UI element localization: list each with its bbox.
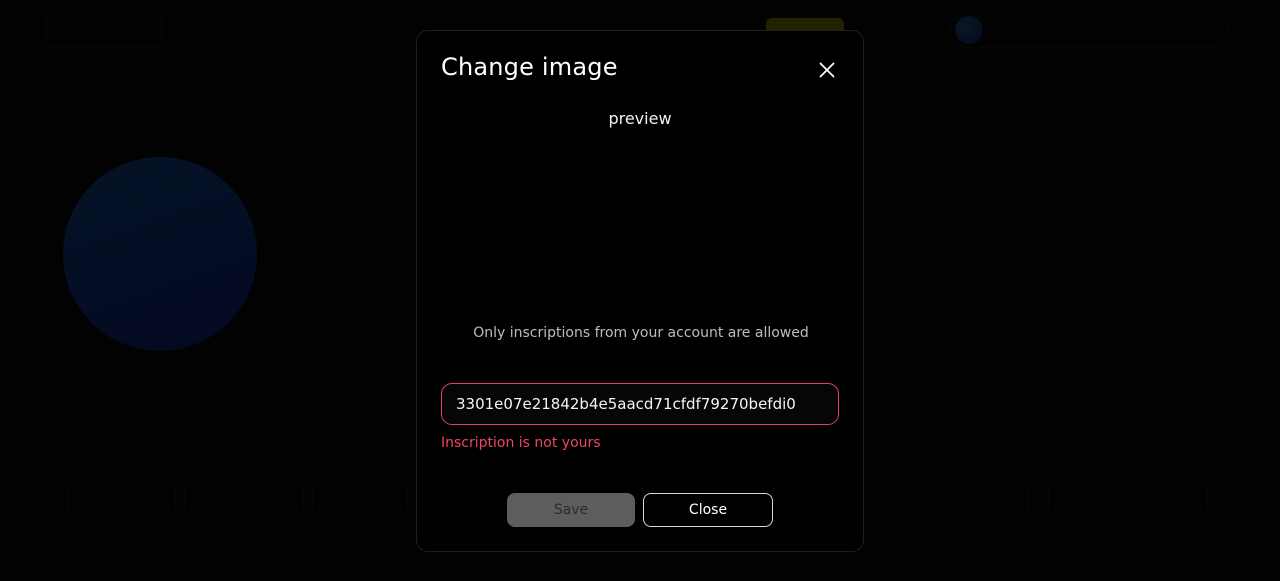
- inscription-error-message: Inscription is not yours: [441, 435, 601, 451]
- save-button[interactable]: Save: [507, 493, 635, 527]
- modal-title: Change image: [441, 53, 618, 81]
- inscription-hint: Only inscriptions from your account are …: [473, 325, 809, 341]
- change-image-modal: Change image preview Only inscriptions f…: [416, 30, 864, 552]
- close-button[interactable]: Close: [643, 493, 773, 527]
- inscription-id-input[interactable]: [441, 383, 839, 425]
- preview-label: preview: [608, 109, 672, 128]
- image-preview: [441, 139, 841, 319]
- app-viewport: Change image preview Only inscriptions f…: [0, 0, 1280, 581]
- close-icon[interactable]: [815, 58, 839, 82]
